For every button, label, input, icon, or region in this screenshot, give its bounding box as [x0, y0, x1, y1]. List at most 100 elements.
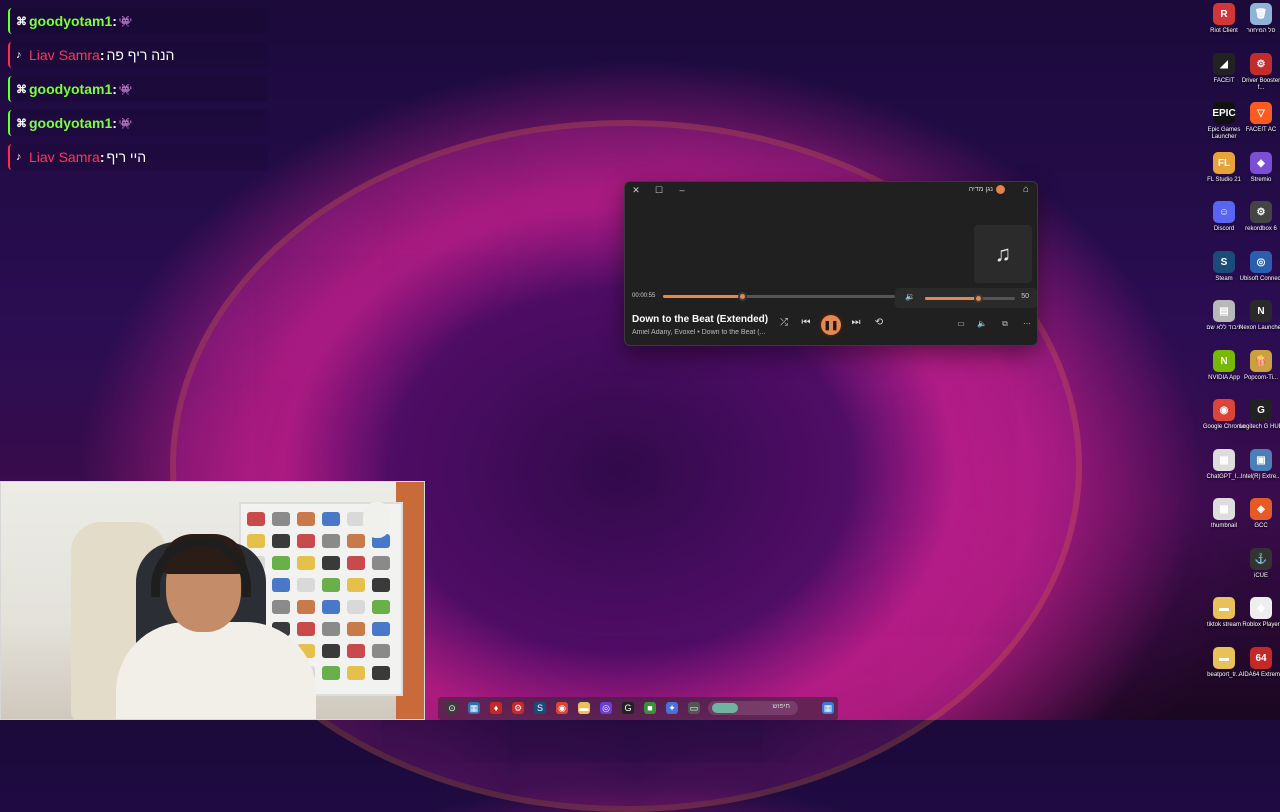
taskbar-pin-red-icon[interactable]: ♦: [490, 702, 502, 714]
taskbar-minecraft-icon[interactable]: ■: [644, 702, 656, 714]
desktop-icon-label: Popcorn-Ti...: [1243, 375, 1279, 381]
twitch-icon: ⌘: [16, 15, 27, 28]
close-icon[interactable]: ✕: [629, 185, 643, 196]
next-track-icon[interactable]: ⏭: [849, 317, 863, 328]
volume-slider[interactable]: [925, 294, 1015, 303]
taskbar-store-icon[interactable]: ▦: [822, 702, 834, 714]
tiktok-icon: ♪: [16, 151, 22, 163]
desktop-icon-[interactable]: 🗑 סל המיחזור: [1238, 3, 1280, 35]
app-icon: S: [1213, 251, 1235, 273]
app-icon: ▦: [1213, 498, 1235, 520]
webcam-shoe: [272, 600, 290, 614]
elapsed-time: 00:00:55: [632, 293, 656, 299]
chat-username: goodyotam1: [29, 81, 113, 97]
webcam-shoe: [372, 578, 390, 592]
app-icon: 🍿: [1250, 350, 1272, 372]
webcam-shoe: [347, 534, 365, 548]
taskbar-copilot-icon[interactable]: ✦: [666, 702, 678, 714]
subtitles-icon[interactable]: ▭: [955, 319, 967, 328]
webcam-shoe: [297, 622, 315, 636]
desktop-icon-ubisoft-connect[interactable]: ◎ Ubisoft Connect: [1238, 251, 1280, 283]
desktop-icon-gcc[interactable]: ◈ GCC: [1238, 498, 1280, 530]
desktop-icon-faceit-ac[interactable]: ▽ FACEIT AC: [1238, 102, 1280, 134]
desktop-icon-nexon-launcher[interactable]: N Nexon Launcher: [1238, 300, 1280, 332]
taskbar-driver-icon[interactable]: ⚙: [512, 702, 524, 714]
previous-track-icon[interactable]: ⏮: [799, 317, 813, 328]
media-player-window: ✕ ☐ – נגן מדיה ⌂ ♫ 00:00:55 🔉 50 Down to…: [624, 181, 1038, 346]
webcam-shoe: [322, 534, 340, 548]
webcam-shoe: [372, 600, 390, 614]
pause-button[interactable]: ❚❚: [821, 315, 841, 335]
twitch-icon: ⌘: [16, 83, 27, 96]
app-icon: 64: [1250, 647, 1272, 669]
app-icon: ▣: [1250, 449, 1272, 471]
pause-icon: ❚❚: [823, 319, 839, 330]
webcam-shoe: [297, 556, 315, 570]
webcam-shoe: [347, 622, 365, 636]
chat-message: ⌘ goodyotam1: 👾: [8, 110, 268, 136]
chat-username: goodyotam1: [29, 13, 113, 29]
taskbar-start-icon[interactable]: ⊙: [446, 702, 458, 714]
desktop-icon-icue[interactable]: ⚓ iCUE: [1238, 548, 1280, 580]
app-icon: R: [1213, 3, 1235, 25]
maximize-icon[interactable]: ☐: [652, 185, 666, 196]
desktop-icon-label: Ubisoft Connect: [1239, 276, 1280, 282]
webcam-shoe: [322, 512, 340, 526]
miniplayer-icon[interactable]: ⧉: [999, 319, 1011, 329]
chat-text: היי ריף: [106, 149, 147, 165]
desktop-icon-label: Stremio: [1250, 177, 1272, 183]
desktop-icon-logitech-g-hub[interactable]: G Logitech G HUB: [1238, 399, 1280, 431]
chat-message: ♪ Liav Samra: הנה ריף פה: [8, 42, 268, 68]
desktop-icon-aida64-extreme[interactable]: 64 AIDA64 Extreme: [1238, 647, 1280, 679]
desktop-icon-roblox-player[interactable]: ◆ Roblox Player: [1238, 597, 1280, 629]
chat-text: הנה ריף פה: [106, 47, 175, 63]
taskbar-app-purple-icon[interactable]: ◎: [600, 702, 612, 714]
taskbar-widgets-icon[interactable]: ▦: [468, 702, 480, 714]
app-icon: ▤: [1213, 300, 1235, 322]
player-title: נגן מדיה: [968, 186, 993, 193]
desktop-icon-stremio[interactable]: ◆ Stremio: [1238, 152, 1280, 184]
song-artist: Amiel Adany, Evoxel • Down to the Beat (…: [632, 329, 766, 336]
desktop-icon-label: Logitech G HUB: [1239, 424, 1280, 430]
taskbar-chrome-icon[interactable]: ◉: [556, 702, 568, 714]
desktop-icon-popcorn-ti[interactable]: 🍿 Popcorn-Ti...: [1238, 350, 1280, 382]
desktop-icon-label: Driver Booster f...: [1241, 78, 1280, 91]
desktop-icon-label: Nexon Launcher: [1238, 325, 1280, 331]
app-icon: EPIC: [1212, 102, 1236, 124]
more-options-icon[interactable]: ⋯: [1021, 319, 1033, 328]
seek-bar-fill: [663, 295, 742, 298]
taskbar-logitech-icon[interactable]: G: [622, 702, 634, 714]
song-title: Down to the Beat (Extended): [632, 314, 769, 325]
chat-username: goodyotam1: [29, 115, 113, 131]
repeat-icon[interactable]: ⟲: [872, 317, 886, 328]
taskbar-explorer-icon[interactable]: ▬: [578, 702, 590, 714]
volume-slider-thumb[interactable]: [974, 294, 983, 303]
app-icon: ☺: [1213, 201, 1235, 223]
seek-bar[interactable]: [663, 292, 895, 301]
webcam-shoe: [297, 534, 315, 548]
app-icon: ▦: [1213, 449, 1235, 471]
desktop-icon-label: סל המיחזור: [1246, 28, 1276, 34]
webcam-shoe: [322, 622, 340, 636]
minimize-icon[interactable]: –: [675, 185, 689, 195]
taskbar-steam-icon[interactable]: S: [534, 702, 546, 714]
app-icon: G: [1250, 399, 1272, 421]
webcam-shoe: [272, 512, 290, 526]
webcam-shoe: [347, 644, 365, 658]
desktop-icon-driver-booster-f[interactable]: ⚙ Driver Booster f...: [1238, 53, 1280, 92]
volume-icon[interactable]: 🔉: [905, 292, 915, 301]
desktop-icon-rekordbox-6[interactable]: ⚙ rekordbox 6: [1238, 201, 1280, 233]
webcam-shoe: [272, 556, 290, 570]
shuffle-icon[interactable]: ⤮: [777, 317, 791, 328]
taskbar-search[interactable]: חיפוש: [708, 701, 798, 715]
desktop-icon-intel-r-extre[interactable]: ▣ Intel(R) Extre...: [1238, 449, 1280, 481]
speaker-icon[interactable]: 🔈: [976, 319, 988, 328]
player-titlebar[interactable]: ✕ ☐ – נגן מדיה ⌂: [625, 182, 1037, 200]
webcam-shoe: [347, 600, 365, 614]
desktop-icon-label: Roblox Player: [1242, 622, 1280, 628]
volume-slider-fill: [925, 297, 978, 300]
desktop-icon-label: rekordbox 6: [1245, 226, 1277, 232]
taskbar-window-icon[interactable]: ▭: [688, 702, 700, 714]
home-icon[interactable]: ⌂: [1023, 184, 1029, 195]
seek-bar-thumb[interactable]: [737, 292, 747, 301]
